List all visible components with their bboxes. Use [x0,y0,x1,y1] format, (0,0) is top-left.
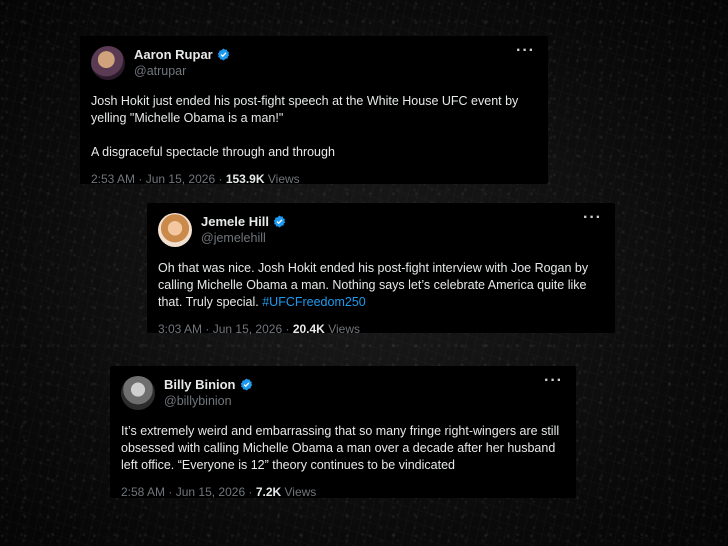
verified-badge-icon [240,378,252,391]
meta-separator: · [218,172,223,186]
verified-badge-icon [273,215,286,228]
tweet-time[interactable]: 2:53 AM [91,172,135,186]
author-block: Jemele Hill @jemelehill [201,213,286,247]
meta-separator: · [205,322,210,336]
user-handle[interactable]: @jemelehill [201,230,286,247]
display-name[interactable]: Aaron Rupar [134,46,213,63]
tweet-text-paragraph: A disgraceful spectacle through and thro… [91,145,335,159]
tweet-text-paragraph: Josh Hokit just ended his post-fight spe… [91,94,519,125]
avatar[interactable] [91,46,125,80]
views-label: Views [267,172,300,186]
views-count: 7.2K [255,485,282,499]
views-count: 20.4K [292,322,325,336]
tweet-date[interactable]: Jun 15, 2026 [213,322,282,336]
tweet-header: Billy Binion @billybinion ··· [121,372,563,410]
tweet-text-paragraph: It’s extremely weird and embarrassing th… [121,424,560,472]
meta-separator: · [248,485,253,499]
tweet-header: Aaron Rupar @atrupar ··· [91,42,535,80]
display-name[interactable]: Billy Binion [164,376,236,393]
tweet-card-aaron-rupar[interactable]: Aaron Rupar @atrupar ··· Josh Hokit just… [80,36,548,186]
more-options-icon[interactable]: ··· [583,209,602,227]
more-options-icon[interactable]: ··· [516,42,535,60]
user-handle[interactable]: @billybinion [164,393,253,410]
name-row: Aaron Rupar [134,46,230,63]
avatar[interactable] [158,213,192,247]
meta-separator: · [168,485,173,499]
verified-badge-icon [217,48,229,61]
author-block: Billy Binion @billybinion [164,376,253,410]
display-name[interactable]: Jemele Hill [201,213,269,230]
meta-separator: · [285,322,290,336]
tweet-card-billy-binion[interactable]: Billy Binion @billybinion ··· It’s extre… [110,366,576,499]
tweet-header: Jemele Hill @jemelehill ··· [158,209,602,247]
tweet-time[interactable]: 2:58 AM [121,485,165,499]
tweet-text-paragraph: Oh that was nice. Josh Hokit ended his p… [158,260,602,311]
avatar[interactable] [121,376,155,410]
tweet-card-jemele-hill[interactable]: Jemele Hill @jemelehill ··· Oh that was … [147,203,615,336]
tweet-meta: 2:58 AM · Jun 15, 2026 · 7.2K Views [121,485,563,499]
tweet-date[interactable]: Jun 15, 2026 [176,485,245,499]
views-label: Views [284,485,317,499]
name-row: Jemele Hill [201,213,286,230]
meta-separator: · [138,172,143,186]
tweet-meta: 2:53 AM · Jun 15, 2026 · 153.9K Views [91,172,535,186]
tweet-text: Josh Hokit just ended his post-fight spe… [91,93,535,161]
views-count: 153.9K [225,172,265,186]
author-block: Aaron Rupar @atrupar [134,46,230,80]
hashtag-link[interactable]: #UFCFreedom250 [262,295,366,309]
tweet-meta: 3:03 AM · Jun 15, 2026 · 20.4K Views [158,322,602,336]
user-handle[interactable]: @atrupar [134,63,230,80]
views-label: Views [328,322,360,336]
tweet-time[interactable]: 3:03 AM [158,322,202,336]
tweet-date[interactable]: Jun 15, 2026 [146,172,215,186]
tweet-text-content: Oh that was nice. Josh Hokit ended his p… [158,261,589,309]
name-row: Billy Binion [164,376,253,393]
tweet-text: It’s extremely weird and embarrassing th… [121,423,563,474]
tweet-text: Oh that was nice. Josh Hokit ended his p… [158,260,602,311]
more-options-icon[interactable]: ··· [544,372,563,390]
